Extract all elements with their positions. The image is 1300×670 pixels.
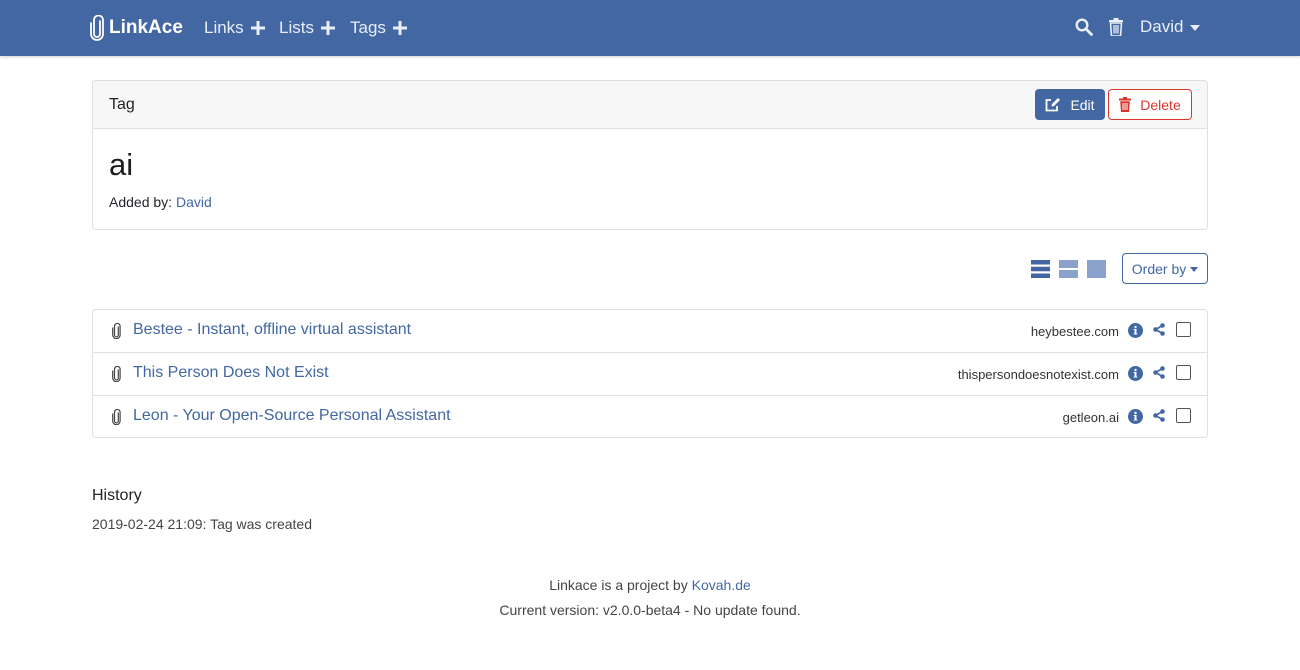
- nav-tags[interactable]: Tags: [350, 17, 407, 39]
- list-item: This Person Does Not Exist thispersondoe…: [93, 353, 1207, 396]
- link-domain: heybestee.com: [1030, 324, 1119, 339]
- nav-lists[interactable]: Lists: [279, 17, 335, 39]
- plus-icon[interactable]: [392, 21, 407, 35]
- info-icon[interactable]: [1128, 409, 1143, 427]
- select-checkbox[interactable]: [1176, 365, 1191, 380]
- navbar: LinkAce Links Lists Tags David: [0, 0, 1300, 56]
- brand-logo[interactable]: LinkAce: [90, 14, 183, 42]
- nav-links-label: Links: [204, 18, 244, 37]
- caret-down-icon: [1190, 267, 1199, 272]
- nav-lists-label: Lists: [279, 18, 314, 37]
- links-list: Bestee - Instant, offline virtual assist…: [92, 309, 1208, 438]
- trash-icon: [1119, 97, 1132, 112]
- share-icon[interactable]: [1153, 366, 1165, 382]
- footer-project-text: Linkace is a project by: [549, 577, 688, 593]
- footer-version: Current version: v2.0.0-beta4 - No updat…: [499, 602, 801, 618]
- order-by-button[interactable]: Order by: [1122, 253, 1208, 284]
- delete-button-label: Delete: [1140, 96, 1181, 113]
- brand-name: LinkAce: [109, 17, 183, 38]
- list-view-icon[interactable]: [1031, 260, 1050, 281]
- share-icon[interactable]: [1153, 409, 1165, 425]
- link-title[interactable]: Leon - Your Open-Source Personal Assista…: [133, 407, 451, 425]
- link-title[interactable]: Bestee - Instant, offline virtual assist…: [133, 321, 411, 339]
- edit-button[interactable]: Edit: [1035, 89, 1105, 120]
- list-item: Bestee - Instant, offline virtual assist…: [93, 310, 1207, 353]
- footer-project-link[interactable]: Kovah.de: [692, 577, 751, 593]
- paperclip-icon: [112, 408, 121, 428]
- link-title[interactable]: This Person Does Not Exist: [133, 364, 329, 382]
- tag-card: Tag Edit Delete ai Added by: David: [92, 80, 1208, 230]
- select-checkbox[interactable]: [1176, 322, 1191, 337]
- paperclip-icon: [112, 322, 121, 342]
- link-domain: thispersondoesnotexist.com: [957, 367, 1119, 382]
- user-menu[interactable]: David: [1140, 17, 1201, 37]
- select-checkbox[interactable]: [1176, 408, 1191, 423]
- edit-icon: [1046, 98, 1061, 112]
- share-icon[interactable]: [1153, 323, 1165, 339]
- nav-tags-label: Tags: [350, 18, 386, 37]
- info-icon[interactable]: [1128, 323, 1143, 341]
- cards-view-icon[interactable]: [1087, 260, 1106, 281]
- tag-name: ai: [109, 147, 134, 182]
- delete-button[interactable]: Delete: [1108, 89, 1192, 120]
- search-icon[interactable]: [1075, 18, 1093, 39]
- edit-button-label: Edit: [1070, 96, 1095, 113]
- link-domain: getleon.ai: [1062, 410, 1119, 425]
- tag-card-header: Tag Edit Delete: [93, 81, 1207, 129]
- caret-down-icon: [1190, 25, 1201, 31]
- history-title: History: [92, 487, 142, 504]
- plus-icon[interactable]: [320, 21, 335, 35]
- footer-project: Linkace is a project by Kovah.de: [0, 577, 1300, 593]
- plus-icon[interactable]: [250, 21, 265, 35]
- list-item: Leon - Your Open-Source Personal Assista…: [93, 396, 1207, 439]
- added-by: Added by: David: [109, 194, 212, 210]
- paperclip-icon: [112, 365, 121, 385]
- user-name: David: [1140, 17, 1184, 36]
- order-by-label: Order by: [1131, 260, 1187, 277]
- trash-icon[interactable]: [1109, 18, 1123, 39]
- added-by-user-link[interactable]: David: [176, 194, 212, 210]
- history-entry: 2019-02-24 21:09: Tag was created: [92, 516, 313, 532]
- info-icon[interactable]: [1128, 366, 1143, 384]
- nav-links[interactable]: Links: [204, 17, 265, 39]
- added-by-label: Added by:: [109, 194, 173, 210]
- paperclip-icon: [90, 15, 104, 41]
- cards-detailed-view-icon[interactable]: [1059, 260, 1078, 281]
- card-header-title: Tag: [109, 96, 135, 113]
